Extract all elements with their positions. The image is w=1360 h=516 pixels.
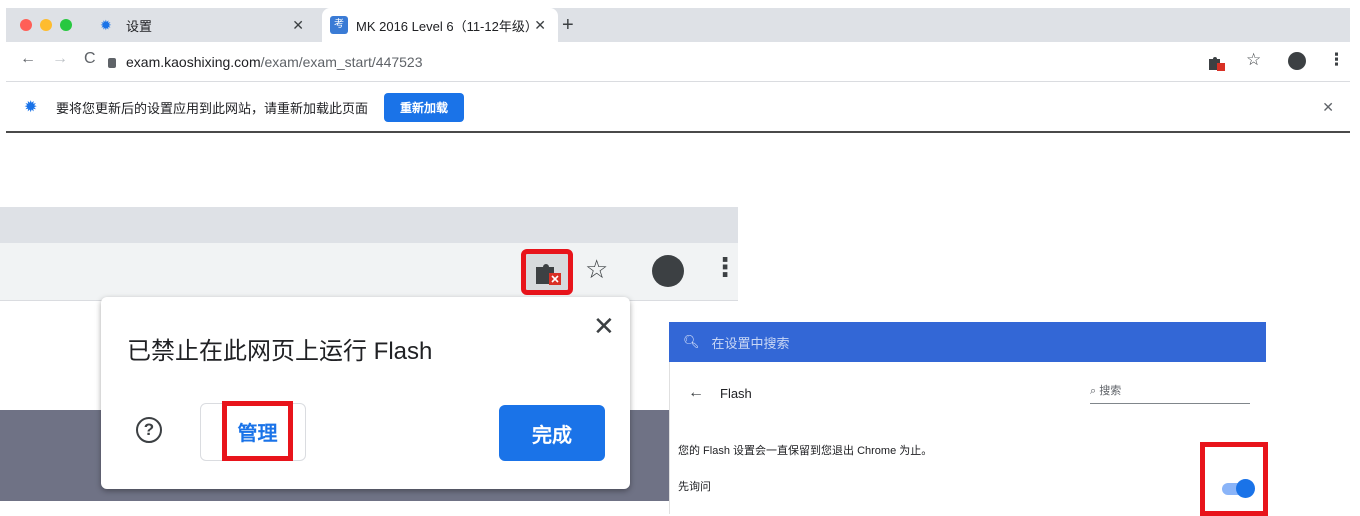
- tab-close-button[interactable]: ✕: [292, 17, 304, 34]
- address-path: /exam/exam_start/447523: [260, 54, 423, 70]
- ask-first-toggle-highlight: [1200, 442, 1268, 516]
- tab-exam[interactable]: 考 MK 2016 Level 6（11-12年级） ✕: [322, 8, 558, 42]
- reload-page-button[interactable]: 重新加载: [384, 92, 465, 122]
- star-icon[interactable]: ☆: [585, 254, 608, 285]
- tab-strip: ✹ 设置 ✕ 考 MK 2016 Level 6（11-12年级） ✕ +: [6, 8, 1350, 42]
- minimize-window-button[interactable]: [40, 19, 52, 31]
- page-title: Flash: [720, 386, 752, 401]
- toggle-knob[interactable]: [1236, 479, 1255, 498]
- zoom-window-button[interactable]: [60, 19, 72, 31]
- persist-note: 您的 Flash 设置会一直保留到您退出 Chrome 为止。: [678, 445, 933, 457]
- close-window-button[interactable]: [20, 19, 32, 31]
- flash-settings-panel: 🔍︎ 在设置中搜索 ← Flash ⌕ 搜索 您的 Flash 设置会一直保留到…: [669, 322, 1266, 514]
- infobar-message: 要将您更新后的设置应用到此网站，请重新加载此页面: [56, 100, 369, 116]
- gear-icon: ✹: [24, 99, 38, 116]
- address-bar[interactable]: exam.kaoshixing.com/exam/exam_start/4475…: [108, 48, 1188, 76]
- zoom-toolbar: [0, 243, 738, 301]
- help-icon[interactable]: ?: [136, 417, 162, 443]
- forward-button[interactable]: →: [52, 50, 68, 68]
- search-icon: ⌕: [1090, 385, 1097, 397]
- kaoshixing-favicon-icon: 考: [330, 16, 348, 34]
- tab-title: 设置: [126, 18, 153, 34]
- done-button[interactable]: 完成: [499, 405, 605, 461]
- sub-search-input[interactable]: ⌕ 搜索: [1090, 382, 1250, 404]
- star-icon[interactable]: ☆: [1246, 50, 1261, 70]
- back-arrow-icon[interactable]: ←: [688, 384, 704, 402]
- toolbar: ← → C exam.kaoshixing.com/exam/exam_star…: [6, 42, 1350, 82]
- extension-blocked-button[interactable]: [521, 249, 573, 295]
- infobar-close-button[interactable]: ✕: [1322, 99, 1334, 116]
- lock-icon: [108, 58, 116, 68]
- popup-close-button[interactable]: ✕: [593, 311, 615, 342]
- tab-title: MK 2016 Level 6（11-12年级）: [356, 18, 538, 34]
- reload-button[interactable]: C: [84, 50, 96, 68]
- account-icon[interactable]: [1288, 52, 1306, 70]
- sub-search-placeholder: 搜索: [1099, 385, 1122, 397]
- flash-blocked-popup: 已禁止在此网页上运行 Flash ✕ ? 管理 完成: [101, 297, 630, 489]
- gear-icon: ✹: [100, 17, 112, 33]
- manage-button-label[interactable]: 管理: [222, 401, 293, 461]
- settings-search-placeholder: 在设置中搜索: [711, 335, 790, 351]
- zoom-tab-strip: [0, 207, 738, 243]
- tab-close-button[interactable]: ✕: [534, 17, 546, 34]
- extension-blocked-icon[interactable]: [1206, 54, 1226, 72]
- new-tab-button[interactable]: +: [562, 8, 574, 42]
- extension-blocked-icon: [536, 264, 561, 285]
- menu-icon[interactable]: ⋮: [712, 252, 738, 283]
- settings-search-bar[interactable]: 🔍︎ 在设置中搜索: [669, 322, 1266, 362]
- popup-title: 已禁止在此网页上运行 Flash: [127, 338, 433, 365]
- address-host: exam.kaoshixing.com: [126, 54, 261, 70]
- settings-card: ← Flash ⌕ 搜索 您的 Flash 设置会一直保留到您退出 Chrome…: [669, 362, 1264, 514]
- infobar: ✹ 要将您更新后的设置应用到此网站，请重新加载此页面 重新加载 ✕: [6, 83, 1350, 133]
- menu-icon[interactable]: ⋮: [1328, 50, 1345, 70]
- back-button[interactable]: ←: [20, 50, 36, 68]
- search-icon: 🔍︎: [683, 334, 700, 349]
- account-icon[interactable]: [652, 255, 684, 287]
- ask-first-label: 先询问: [678, 481, 711, 493]
- tab-settings[interactable]: ✹ 设置 ✕: [86, 8, 316, 42]
